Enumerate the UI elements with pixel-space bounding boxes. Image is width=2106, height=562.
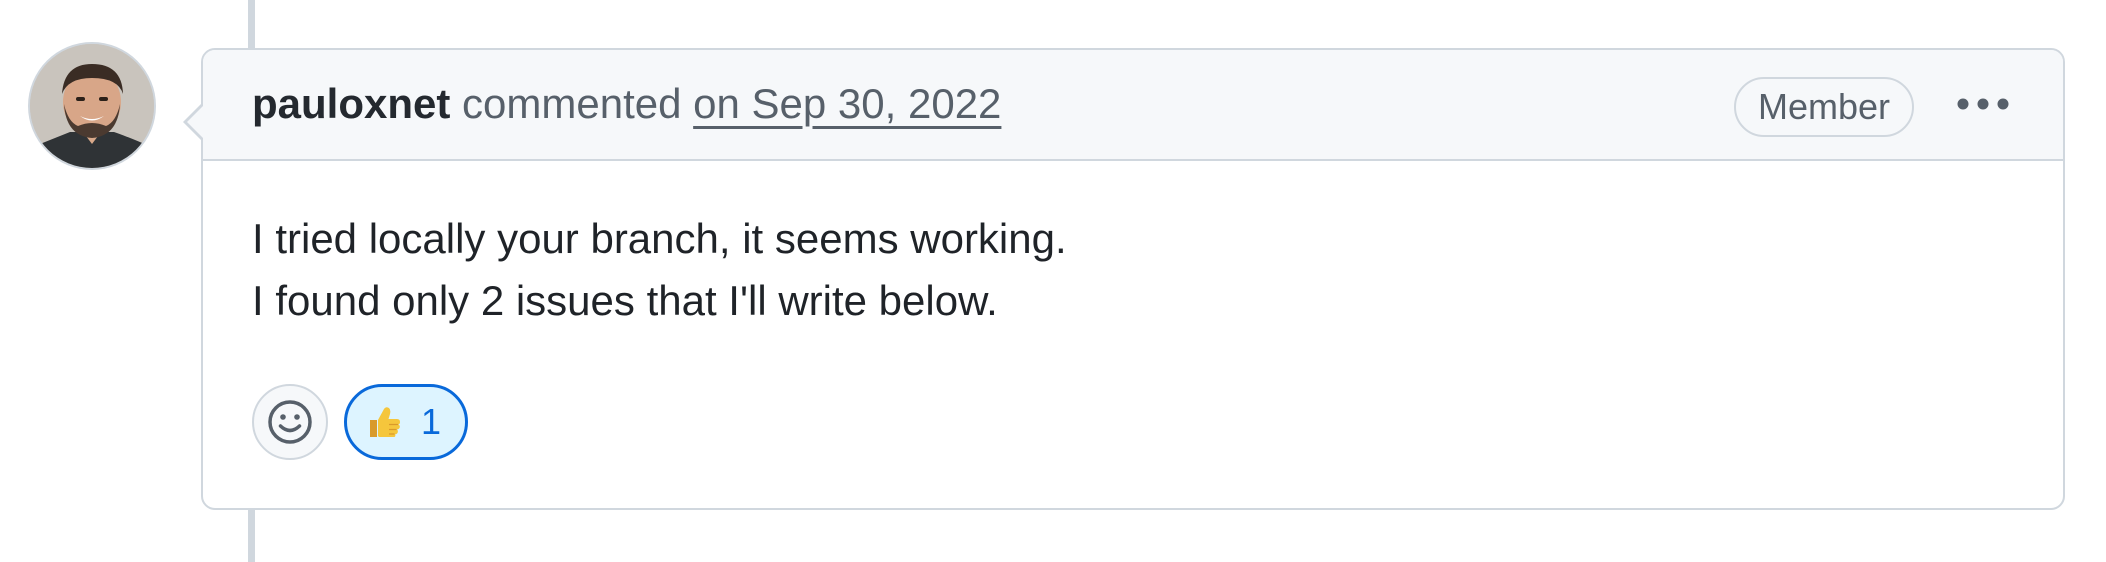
comment-body-line: I tried locally your branch, it seems wo… [252, 215, 1067, 262]
avatar[interactable] [30, 44, 154, 168]
avatar-image [30, 44, 154, 168]
add-reaction-button[interactable] [252, 384, 328, 460]
comment-header: pauloxnet commented on Sep 30, 2022 Memb… [203, 50, 2063, 161]
timeline: pauloxnet commented on Sep 30, 2022 Memb… [0, 0, 2106, 562]
more-options-button[interactable] [1953, 82, 2013, 126]
smiley-icon [268, 400, 312, 444]
reaction-thumbs-up-button[interactable]: 1 [344, 384, 468, 460]
comment-card: pauloxnet commented on Sep 30, 2022 Memb… [183, 48, 2065, 510]
reaction-count: 1 [421, 401, 442, 442]
comment-action: commented [462, 80, 682, 127]
author-link[interactable]: pauloxnet [252, 80, 450, 127]
timestamp-link[interactable]: on Sep 30, 2022 [693, 80, 1001, 127]
comment-body-line: I found only 2 issues that I'll write be… [252, 277, 998, 324]
comment-body: I tried locally your branch, it seems wo… [252, 208, 1067, 332]
kebab-horizontal-icon [1957, 98, 2009, 110]
comment-caret-fill [187, 104, 205, 140]
thumbs-up-emoji-icon [370, 407, 400, 437]
role-badge: Member [1734, 77, 1915, 137]
comment-header-text: pauloxnet commented on Sep 30, 2022 [252, 78, 1001, 130]
